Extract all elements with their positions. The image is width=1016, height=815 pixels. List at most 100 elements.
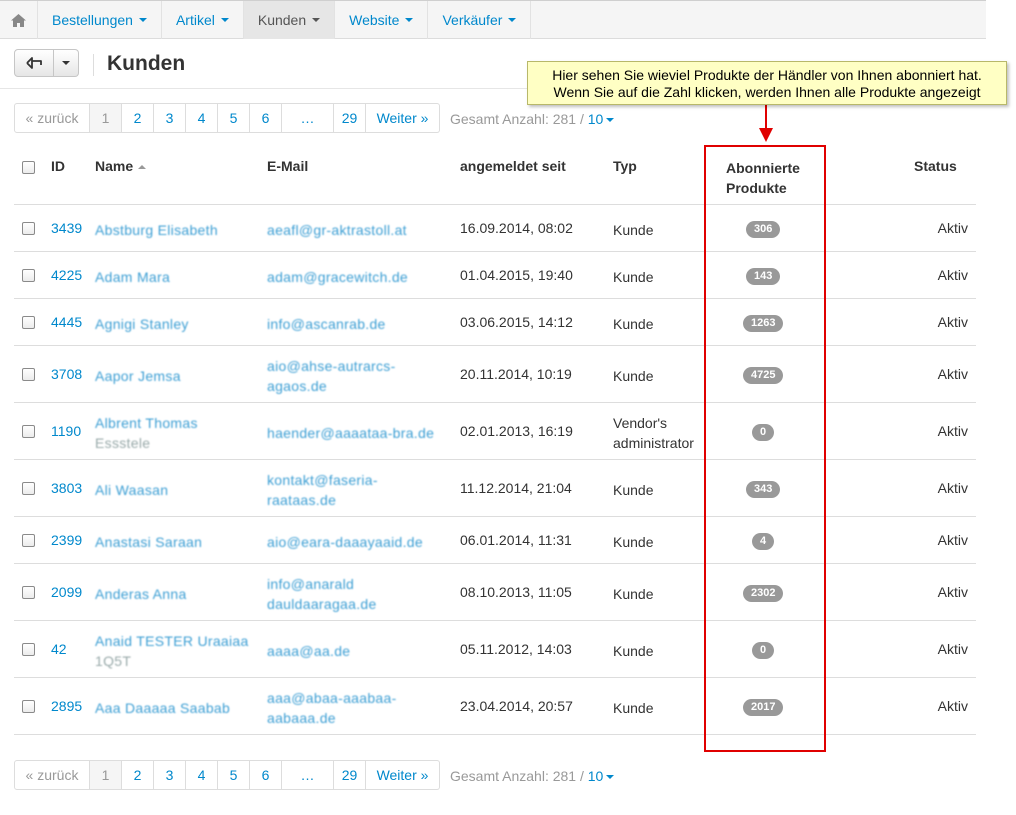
- pagination-ellipsis[interactable]: …: [282, 760, 334, 790]
- highlight-box: [704, 145, 826, 752]
- customer-id-link[interactable]: 2399: [51, 532, 82, 548]
- customer-type-cell: Kunde: [613, 314, 653, 334]
- customer-id-link[interactable]: 1190: [51, 423, 81, 439]
- pagination-page[interactable]: 29: [334, 760, 366, 790]
- row-checkbox[interactable]: [22, 424, 35, 438]
- registered-date: 23.04.2014, 20:57: [460, 697, 573, 714]
- customer-name-link[interactable]: Ali Waasan: [95, 480, 255, 500]
- pagination-next[interactable]: Weiter »: [366, 103, 440, 133]
- customer-id-link[interactable]: 3439: [51, 220, 82, 236]
- row-checkbox[interactable]: [22, 699, 35, 713]
- nav-home[interactable]: [0, 1, 38, 39]
- row-checkbox[interactable]: [22, 533, 35, 547]
- row-checkbox[interactable]: [22, 221, 35, 235]
- pagination-page[interactable]: 1: [90, 103, 122, 133]
- column-header-name[interactable]: Name: [95, 158, 147, 174]
- customer-id-link[interactable]: 3803: [51, 480, 82, 496]
- customer-email-link[interactable]: aio@ahse-autrarcs-: [267, 356, 447, 376]
- customer-email-link[interactable]: aaa@abaa-aaabaa-: [267, 688, 447, 708]
- customer-name-link[interactable]: Anaid TESTER Uraaiaa: [95, 631, 255, 651]
- customer-id-link[interactable]: 42: [51, 641, 67, 657]
- customer-email-link-cont[interactable]: aabaaa.de: [267, 708, 447, 728]
- table-row: 4225 Adam Mara adam@gracewitch.de 01.04.201…: [14, 252, 976, 299]
- total-count: Gesamt Anzahl: 281 / 10: [450, 111, 615, 127]
- column-header-status[interactable]: Status: [914, 158, 957, 174]
- customer-name-cell: Agnigi Stanley: [95, 314, 255, 334]
- customer-email-link[interactable]: info@ascanrab.de: [267, 314, 447, 334]
- customer-email-link[interactable]: info@anarald: [267, 574, 447, 594]
- customer-email-link[interactable]: kontakt@faseria-: [267, 470, 447, 490]
- customer-name-link[interactable]: Albrent Thomas: [95, 413, 255, 433]
- customer-email-link[interactable]: aeafl@gr-aktrastoll.at: [267, 220, 447, 240]
- pagination-page[interactable]: 29: [334, 103, 366, 133]
- customer-id-link[interactable]: 2099: [51, 584, 82, 600]
- customer-email-link-cont[interactable]: raataas.de: [267, 490, 447, 510]
- callout-arrow-icon: [759, 128, 773, 142]
- customer-email-link[interactable]: aio@eara-daaayaaid.de: [267, 532, 447, 552]
- back-button[interactable]: [14, 49, 54, 77]
- table-row: 3803 Ali Waasan kontakt@faseria-raataas.de…: [14, 460, 976, 517]
- row-checkbox[interactable]: [22, 585, 35, 599]
- pagination-page[interactable]: 6: [250, 760, 282, 790]
- customer-id-link[interactable]: 2895: [51, 698, 82, 714]
- pagination-prev[interactable]: « zurück: [14, 760, 90, 790]
- caret-down-icon: [405, 18, 414, 22]
- customer-name-cell: Aapor Jemsa: [95, 366, 255, 386]
- pagination-page[interactable]: 2: [122, 103, 154, 133]
- nav-item-artikel[interactable]: Artikel: [162, 1, 244, 39]
- customer-email-link-cont[interactable]: agaos.de: [267, 376, 447, 396]
- per-page-select[interactable]: 10: [588, 768, 615, 784]
- row-checkbox[interactable]: [22, 268, 35, 282]
- customer-name-link[interactable]: Anastasi Saraan: [95, 532, 255, 552]
- customer-name-link[interactable]: Aaa Daaaaa Saabab: [95, 698, 255, 718]
- column-header-email[interactable]: E-Mail: [267, 158, 308, 174]
- row-checkbox[interactable]: [22, 315, 35, 329]
- back-dropdown-button[interactable]: [54, 49, 79, 77]
- pagination-page[interactable]: 2: [122, 760, 154, 790]
- status-text: Aktiv: [937, 583, 968, 600]
- customer-type: Kunde: [613, 533, 654, 550]
- pagination-page[interactable]: 4: [186, 760, 218, 790]
- status-text: Aktiv: [937, 266, 968, 283]
- registered-date: 11.12.2014, 21:04: [460, 479, 572, 496]
- status-text: Aktiv: [937, 697, 968, 714]
- pagination-page[interactable]: 4: [186, 103, 218, 133]
- select-all-checkbox[interactable]: [22, 161, 35, 174]
- customer-email-cell: info@anarald dauldaaragaa.de: [267, 574, 447, 614]
- caret-down-icon: [508, 18, 517, 22]
- pagination-next[interactable]: Weiter »: [366, 760, 440, 790]
- customer-email-link-cont[interactable]: dauldaaragaa.de: [267, 594, 447, 614]
- customer-id-link[interactable]: 4225: [51, 267, 82, 283]
- pagination-page[interactable]: 1: [90, 760, 122, 790]
- row-checkbox[interactable]: [22, 642, 35, 656]
- customer-email-link[interactable]: adam@gracewitch.de: [267, 267, 447, 287]
- row-checkbox[interactable]: [22, 481, 35, 495]
- customer-name-link[interactable]: Abstburg Elisabeth: [95, 220, 255, 240]
- pagination-page[interactable]: 3: [154, 760, 186, 790]
- nav-item-kunden[interactable]: Kunden: [243, 1, 336, 39]
- row-checkbox[interactable]: [22, 367, 35, 381]
- column-header-registered[interactable]: angemeldet seit: [460, 158, 566, 174]
- customer-email-link[interactable]: aaaa@aa.de: [267, 641, 447, 661]
- column-header-id[interactable]: ID: [51, 158, 65, 174]
- per-page-select[interactable]: 10: [588, 111, 615, 127]
- pagination-page[interactable]: 5: [218, 103, 250, 133]
- customer-id-link[interactable]: 4445: [51, 314, 82, 330]
- pagination-ellipsis[interactable]: …: [282, 103, 334, 133]
- customer-id-link[interactable]: 3708: [51, 366, 82, 382]
- pagination-prev[interactable]: « zurück: [14, 103, 90, 133]
- customer-type: Kunde: [613, 268, 654, 285]
- column-header-type[interactable]: Typ: [613, 158, 637, 174]
- pagination-page[interactable]: 5: [218, 760, 250, 790]
- nav-item-website[interactable]: Website: [335, 1, 429, 39]
- customer-name-link[interactable]: Aapor Jemsa: [95, 366, 255, 386]
- customer-name-cell: Anaid TESTER Uraaiaa 1Q5T: [95, 631, 255, 671]
- nav-item-verkaeufer[interactable]: Verkäufer: [428, 1, 532, 39]
- customer-name-link[interactable]: Agnigi Stanley: [95, 314, 255, 334]
- pagination-page[interactable]: 3: [154, 103, 186, 133]
- nav-item-bestellungen[interactable]: Bestellungen: [38, 1, 162, 39]
- pagination-page[interactable]: 6: [250, 103, 282, 133]
- customer-email-link[interactable]: haender@aaaataa-bra.de: [267, 423, 447, 443]
- customer-name-link[interactable]: Adam Mara: [95, 267, 255, 287]
- customer-name-link[interactable]: Anderas Anna: [95, 584, 255, 604]
